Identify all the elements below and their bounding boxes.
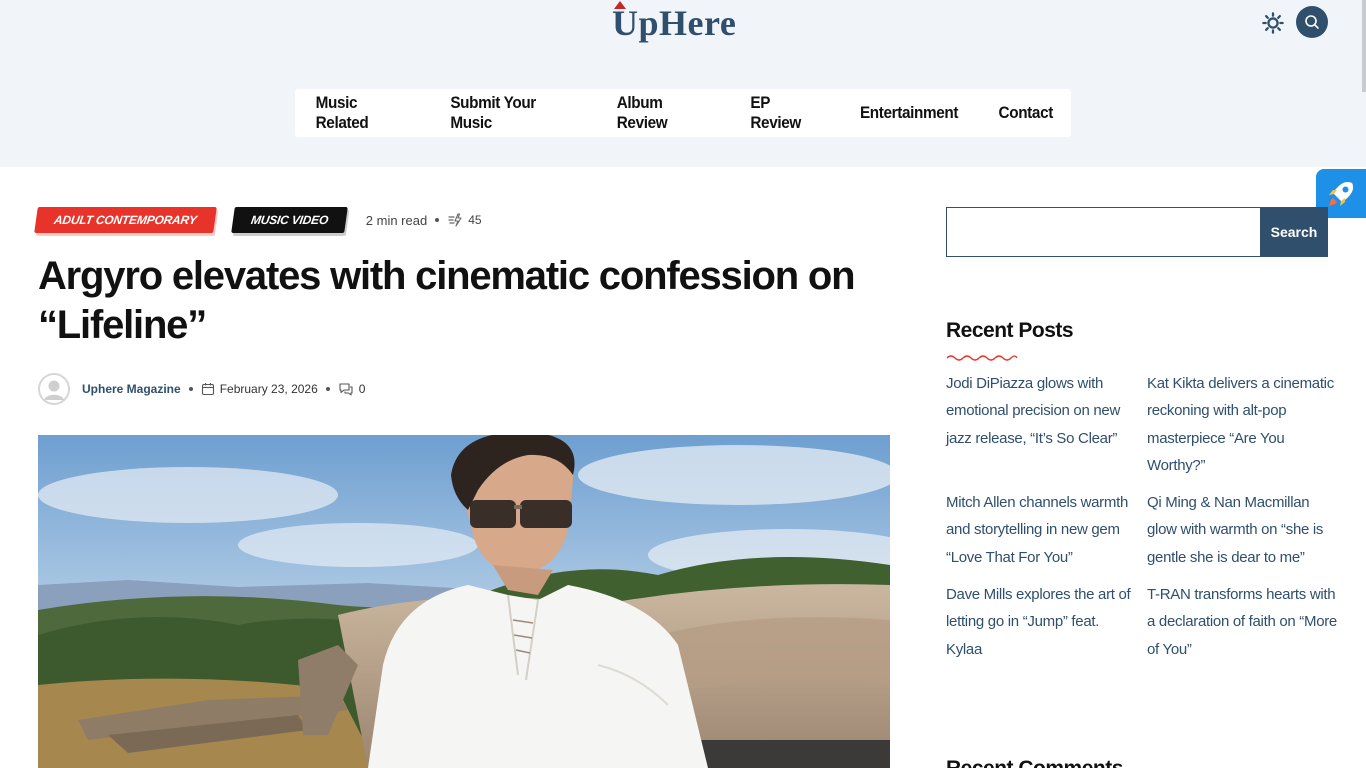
heading-squiggle-divider xyxy=(946,355,1018,361)
views-count: 45 xyxy=(468,213,482,227)
sidebar-search: Search xyxy=(946,207,1328,257)
nav-entertainment[interactable]: Entertainment xyxy=(846,103,972,123)
recent-post-link[interactable]: Qi Ming & Nan Macmillan glow with warmth… xyxy=(1147,489,1337,571)
meta-separator xyxy=(435,218,440,222)
comments-count-wrap[interactable]: 0 xyxy=(338,382,366,396)
nav-contact[interactable]: Contact xyxy=(984,103,1066,123)
search-icon[interactable] xyxy=(1296,6,1328,38)
hero-image xyxy=(38,435,890,768)
main-nav: Music Related Submit Your Music Album Re… xyxy=(295,89,1071,137)
logo-roof-mark xyxy=(614,1,626,9)
page-scrollbar[interactable] xyxy=(1362,0,1366,92)
comments-count: 0 xyxy=(358,382,366,396)
comment-icon xyxy=(339,383,353,396)
recent-post-link[interactable]: Mitch Allen channels warmth and storytel… xyxy=(946,489,1136,571)
search-button[interactable]: Search xyxy=(1260,207,1328,257)
meta-separator xyxy=(325,387,330,391)
site-logo[interactable]: UpHere xyxy=(612,1,756,44)
recent-post-link[interactable]: Kat Kikta delivers a cinematic reckoning… xyxy=(1147,370,1337,479)
author-row: Uphere Magazine February 23, 2026 0 xyxy=(38,373,365,405)
calendar-icon xyxy=(201,383,214,396)
logo-text: UpHere xyxy=(612,3,737,43)
nav-ep-review[interactable]: EP Review xyxy=(737,93,834,133)
post-date-wrap: February 23, 2026 xyxy=(201,382,318,396)
views-icon xyxy=(448,213,462,227)
recent-posts-list: Jodi DiPiazza glows with emotional preci… xyxy=(946,370,1337,663)
site-header: UpHere Music Related Submit Your Music A… xyxy=(0,0,1366,167)
article-title: Argyro elevates with cinematic confessio… xyxy=(38,254,856,347)
tag-music-video[interactable]: MUSIC VIDEO xyxy=(230,207,348,233)
recent-post-link[interactable]: Jodi DiPiazza glows with emotional preci… xyxy=(946,370,1136,479)
recent-posts-heading: Recent Posts xyxy=(946,319,1074,342)
post-date: February 23, 2026 xyxy=(219,382,318,396)
recent-post-link[interactable]: T-RAN transforms hearts with a declarati… xyxy=(1147,581,1337,663)
avatar-icon[interactable] xyxy=(38,373,70,405)
article-meta: ADULT CONTEMPORARY MUSIC VIDEO 2 min rea… xyxy=(34,206,482,234)
nav-submit-your-music[interactable]: Submit Your Music xyxy=(437,93,588,133)
recent-comments-heading: Recent Comments xyxy=(946,757,1123,768)
tag-adult-contemporary[interactable]: ADULT CONTEMPORARY xyxy=(34,207,217,233)
views-count-wrap: 45 xyxy=(447,213,482,227)
author-name[interactable]: Uphere Magazine xyxy=(82,382,181,396)
sun-icon[interactable] xyxy=(1261,11,1285,35)
meta-separator xyxy=(188,387,193,391)
recent-post-link[interactable]: Dave Mills explores the art of letting g… xyxy=(946,581,1136,663)
nav-music-related[interactable]: Music Related xyxy=(302,93,422,133)
nav-album-review[interactable]: Album Review xyxy=(603,93,725,133)
read-time: 2 min read xyxy=(365,212,428,228)
search-input[interactable] xyxy=(946,207,1260,257)
